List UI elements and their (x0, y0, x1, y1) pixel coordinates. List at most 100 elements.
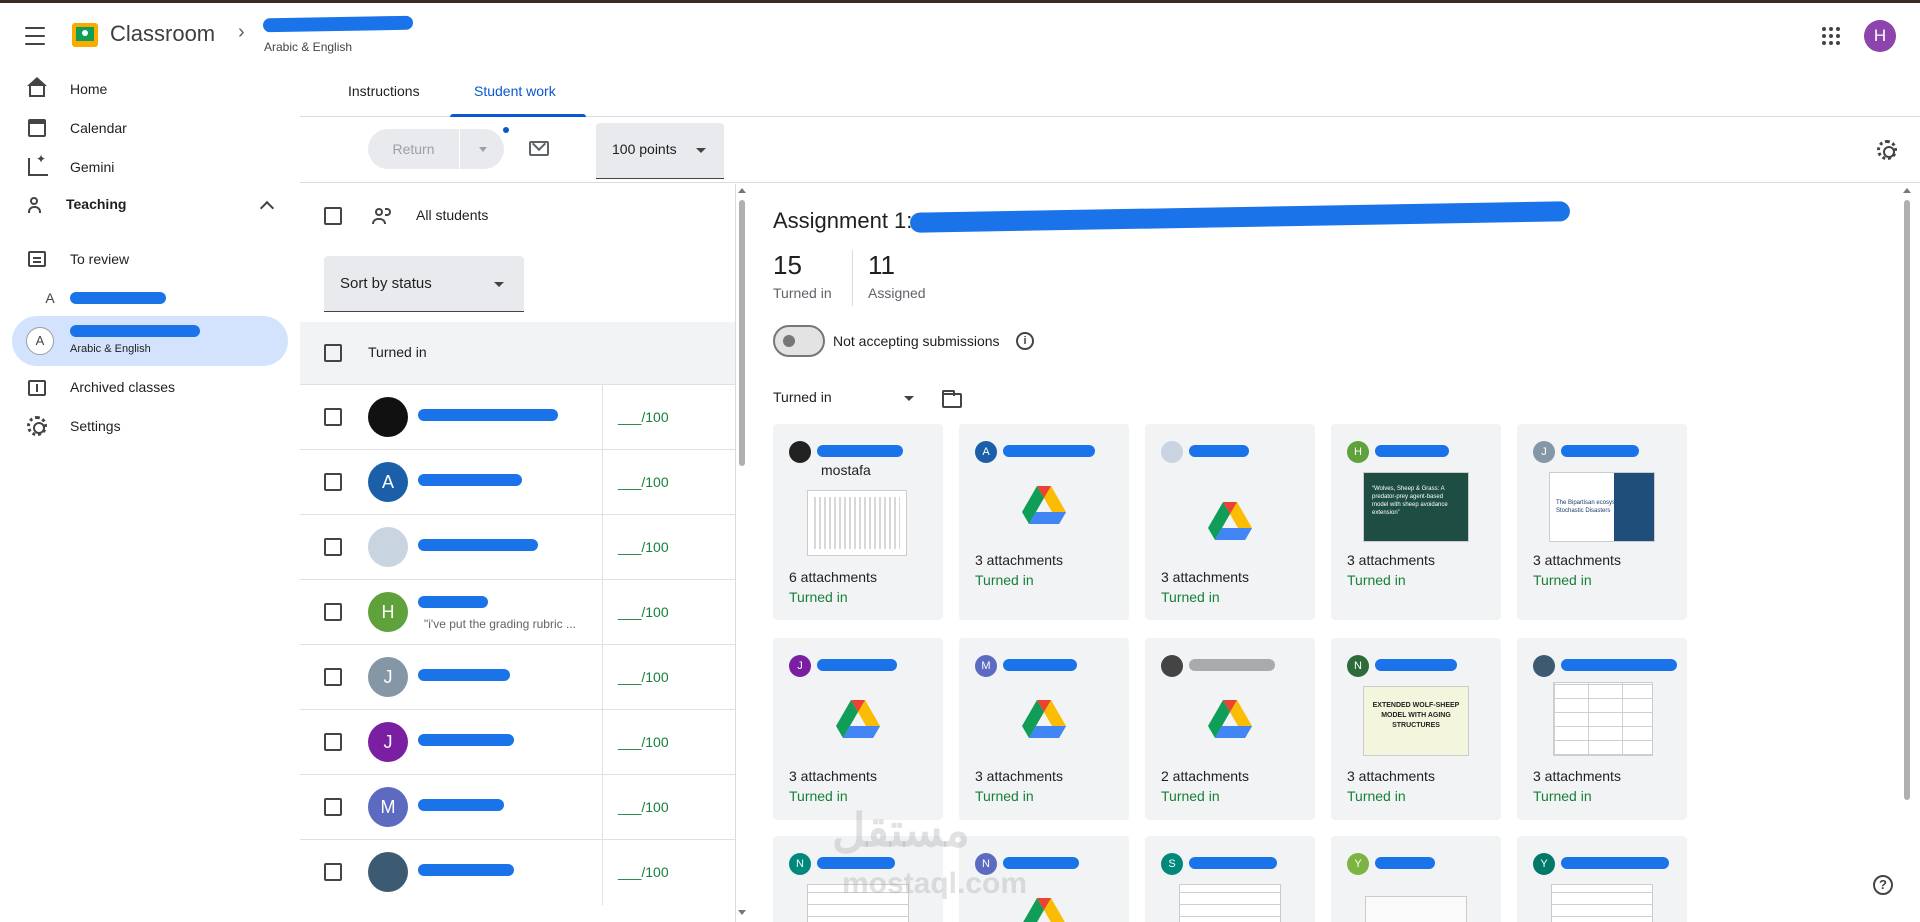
class-name-redacted (70, 325, 200, 337)
student-row[interactable]: J ___/100 (300, 709, 735, 775)
student-row[interactable]: ___/100 (300, 514, 735, 580)
grade-divider (602, 775, 603, 840)
submission-card[interactable]: Y (1517, 836, 1687, 922)
accepting-submissions-toggle[interactable] (773, 325, 825, 357)
student-avatar (1161, 655, 1183, 677)
attachment-thumbnail: EXTENDED WOLF-SHEEP MODEL WITH AGING STR… (1363, 686, 1469, 756)
status-filter-select[interactable]: Turned in (773, 389, 832, 405)
student-checkbox[interactable] (324, 473, 342, 491)
student-checkbox[interactable] (324, 798, 342, 816)
submission-card[interactable]: J 3 attachments Turned in (773, 638, 943, 820)
submission-card[interactable]: S (1145, 836, 1315, 922)
grade-input[interactable]: ___/100 (618, 474, 669, 490)
turned-in-stat: 15 Turned in (773, 250, 832, 301)
tab-instructions[interactable]: Instructions (348, 83, 420, 99)
sidebar-item-gemini[interactable]: Gemini (12, 143, 288, 191)
points-select[interactable]: 100 points (596, 123, 724, 179)
grade-input[interactable]: ___/100 (618, 604, 669, 620)
submission-card[interactable]: mostafa 6 attachments Turned in (773, 424, 943, 620)
student-name-redacted (418, 596, 488, 608)
grade-input[interactable]: ___/100 (618, 409, 669, 425)
return-button[interactable]: Return (368, 129, 504, 169)
student-checkbox[interactable] (324, 863, 342, 881)
sidebar-item-label: Gemini (70, 159, 115, 175)
student-checkbox[interactable] (324, 733, 342, 751)
grade-input[interactable]: ___/100 (618, 539, 669, 555)
submission-card[interactable]: 3 attachments Turned in (1517, 638, 1687, 820)
grade-input[interactable]: ___/100 (618, 799, 669, 815)
chevron-down-icon[interactable] (460, 129, 504, 169)
grade-input[interactable]: ___/100 (618, 734, 669, 750)
select-all-checkbox[interactable] (324, 207, 342, 225)
grade-divider (602, 515, 603, 580)
submission-card[interactable]: H “Wolves, Sheep & Grass: A predator-prey… (1331, 424, 1501, 620)
student-row[interactable]: M ___/100 (300, 774, 735, 840)
student-list-panel: All students Sort by status Turned in __… (300, 184, 736, 922)
accepting-submissions-label: Not accepting submissions (833, 333, 1000, 349)
grade-input[interactable]: ___/100 (618, 864, 669, 880)
group-select-checkbox[interactable] (324, 344, 342, 362)
student-avatar: A (975, 441, 997, 463)
scrollbar-thumb[interactable] (1904, 200, 1910, 800)
student-row[interactable]: H "i've put the grading rubric ... ___/100 (300, 579, 735, 645)
account-avatar[interactable]: H (1864, 20, 1896, 52)
tab-student-work[interactable]: Student work (474, 83, 556, 99)
student-checkbox[interactable] (324, 603, 342, 621)
submission-card[interactable]: J The Bipartisan ecosystem of Stochastic … (1517, 424, 1687, 620)
student-checkbox[interactable] (324, 668, 342, 686)
sidebar-item-settings[interactable]: Settings (12, 402, 288, 450)
student-avatar: A (368, 462, 408, 502)
student-row[interactable]: ___/100 (300, 839, 735, 905)
scrollbar-thumb[interactable] (739, 200, 745, 466)
grade-input[interactable]: ___/100 (618, 669, 669, 685)
student-row[interactable]: J ___/100 (300, 644, 735, 710)
student-name-redacted (1375, 857, 1435, 869)
sort-select[interactable]: Sort by status (324, 256, 524, 312)
student-name-redacted (1561, 659, 1677, 671)
student-checkbox[interactable] (324, 538, 342, 556)
student-row[interactable]: ___/100 (300, 384, 735, 450)
submission-card[interactable]: M 3 attachments Turned in (959, 638, 1129, 820)
main-menu-icon[interactable] (22, 23, 48, 49)
chevron-up-icon[interactable] (259, 200, 275, 216)
help-icon[interactable]: ? (1873, 875, 1893, 895)
private-comment-preview: "i've put the grading rubric ... (424, 617, 576, 631)
watermark-url: mostaql.com (842, 867, 1028, 900)
submission-card[interactable]: 3 attachments Turned in (1145, 424, 1315, 620)
submission-card[interactable]: N EXTENDED WOLF-SHEEP MODEL WITH AGING ST… (1331, 638, 1501, 820)
status-group-label: Turned in (368, 344, 427, 360)
student-name-redacted (1189, 857, 1277, 869)
sidebar-section-teaching[interactable]: Teaching (66, 196, 126, 212)
scroll-up-arrow-icon[interactable] (738, 188, 746, 193)
student-avatar: S (1161, 853, 1183, 875)
info-icon[interactable]: i (1016, 332, 1034, 350)
folder-icon[interactable] (942, 390, 962, 408)
submission-card[interactable]: Y (1331, 836, 1501, 922)
attachment-count: 3 attachments (1533, 768, 1621, 784)
settings-gear-icon[interactable] (1877, 140, 1897, 160)
student-checkbox[interactable] (324, 408, 342, 426)
scroll-up-arrow-icon[interactable] (1903, 188, 1911, 193)
class-name-redacted[interactable] (262, 15, 414, 33)
email-icon[interactable] (529, 141, 549, 156)
student-row[interactable]: A ___/100 (300, 449, 735, 515)
student-avatar (368, 397, 408, 437)
all-students-row[interactable]: All students (300, 184, 735, 244)
student-list-scrollbar[interactable] (736, 184, 748, 922)
submission-status: Turned in (975, 788, 1034, 804)
breadcrumb-chevron-icon: › (238, 21, 245, 43)
detail-scrollbar[interactable] (1900, 184, 1914, 922)
google-apps-icon[interactable] (1822, 27, 1840, 45)
submission-card[interactable]: 2 attachments Turned in (1145, 638, 1315, 820)
app-title[interactable]: Classroom (110, 21, 215, 47)
sidebar-item-class-1[interactable]: A (12, 274, 288, 322)
chevron-down-icon[interactable] (904, 396, 914, 401)
submission-card[interactable]: A 3 attachments Turned in (959, 424, 1129, 620)
student-avatar: N (789, 853, 811, 875)
sidebar-item-class-2-active[interactable]: A Arabic & English (12, 316, 288, 366)
scroll-down-arrow-icon[interactable] (738, 910, 746, 915)
student-name-redacted (418, 734, 514, 746)
student-name-redacted (418, 539, 538, 551)
classroom-logo-icon[interactable] (72, 23, 98, 47)
submission-status: Turned in (1533, 572, 1592, 588)
